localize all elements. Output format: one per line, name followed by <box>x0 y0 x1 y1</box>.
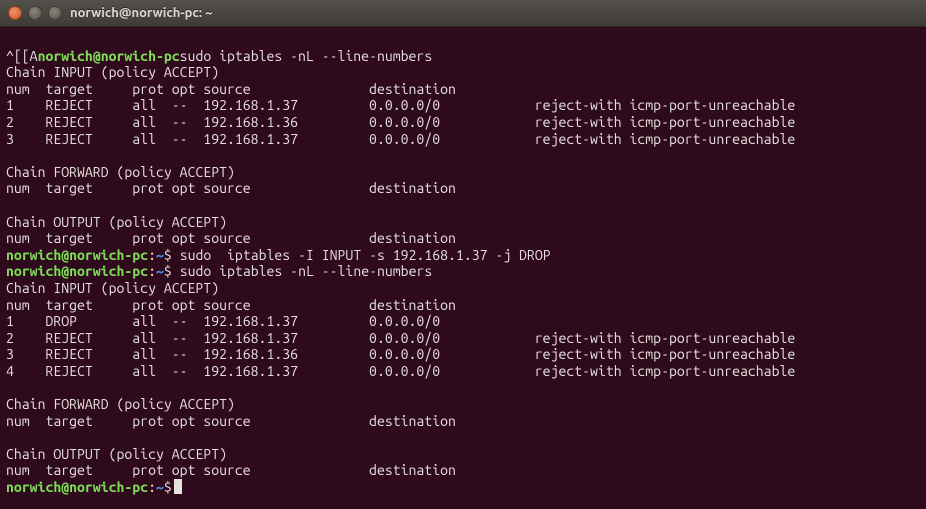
table-row: 1 REJECT all -- 192.168.1.37 0.0.0.0/0 r… <box>6 97 795 113</box>
table-header: num target prot opt source destination <box>6 297 527 313</box>
table-row: 2 REJECT all -- 192.168.1.37 0.0.0.0/0 r… <box>6 330 795 346</box>
table-row: 2 REJECT all -- 192.168.1.36 0.0.0.0/0 r… <box>6 114 795 130</box>
table-row: 3 REJECT all -- 192.168.1.36 0.0.0.0/0 r… <box>6 346 795 362</box>
table-header: num target prot opt source destination <box>6 81 527 97</box>
maximize-icon[interactable] <box>48 6 62 20</box>
table-header: num target prot opt source destination <box>6 413 527 429</box>
output-line: Chain INPUT (policy ACCEPT) <box>6 64 219 80</box>
table-header: num target prot opt source destination <box>6 230 527 246</box>
table-header: num target prot opt source destination <box>6 462 527 478</box>
window-title: norwich@norwich-pc: ~ <box>70 6 213 20</box>
output-line: Chain OUTPUT (policy ACCEPT) <box>6 446 227 462</box>
prompt-sep: : <box>148 247 156 263</box>
prompt-sigil: $ <box>164 247 172 263</box>
output-line: Chain FORWARD (policy ACCEPT) <box>6 396 235 412</box>
output-line: Chain OUTPUT (policy ACCEPT) <box>6 214 227 230</box>
table-header: num target prot opt source destination <box>6 180 527 196</box>
table-row: 3 REJECT all -- 192.168.1.37 0.0.0.0/0 r… <box>6 131 795 147</box>
prompt-sep: : <box>148 479 156 495</box>
table-row: 4 REJECT all -- 192.168.1.37 0.0.0.0/0 r… <box>6 363 795 379</box>
prompt-user-host: norwich@norwich-pc <box>6 247 148 263</box>
output-line: ^[[A <box>6 48 38 64</box>
prompt-path: ~ <box>156 263 164 279</box>
prompt-path: ~ <box>156 247 164 263</box>
prompt-user-host: norwich@norwich-pc <box>6 479 148 495</box>
command-text: sudo iptables -I INPUT -s 192.168.1.37 -… <box>172 247 551 263</box>
terminal-view[interactable]: ^[[Anorwich@norwich-pcsudo iptables -nL … <box>0 27 926 509</box>
output-line: Chain FORWARD (policy ACCEPT) <box>6 164 235 180</box>
window-titlebar: norwich@norwich-pc: ~ <box>0 0 926 27</box>
prompt-user-host: norwich@norwich-pc <box>6 263 148 279</box>
command-text: sudo iptables -nL --line-numbers <box>172 263 432 279</box>
close-icon[interactable] <box>8 6 22 20</box>
command-text: sudo iptables -nL --line-numbers <box>180 48 433 64</box>
cursor-icon <box>174 479 182 494</box>
prompt-sep: : <box>148 263 156 279</box>
table-row: 1 DROP all -- 192.168.1.37 0.0.0.0/0 <box>6 313 527 329</box>
prompt-path: ~ <box>156 479 164 495</box>
window-controls <box>8 6 62 20</box>
output-line: Chain INPUT (policy ACCEPT) <box>6 280 219 296</box>
minimize-icon[interactable] <box>28 6 42 20</box>
prompt-sigil: $ <box>164 263 172 279</box>
prompt-sigil: $ <box>164 479 172 495</box>
prompt-user-host: norwich@norwich-pc <box>38 48 180 64</box>
